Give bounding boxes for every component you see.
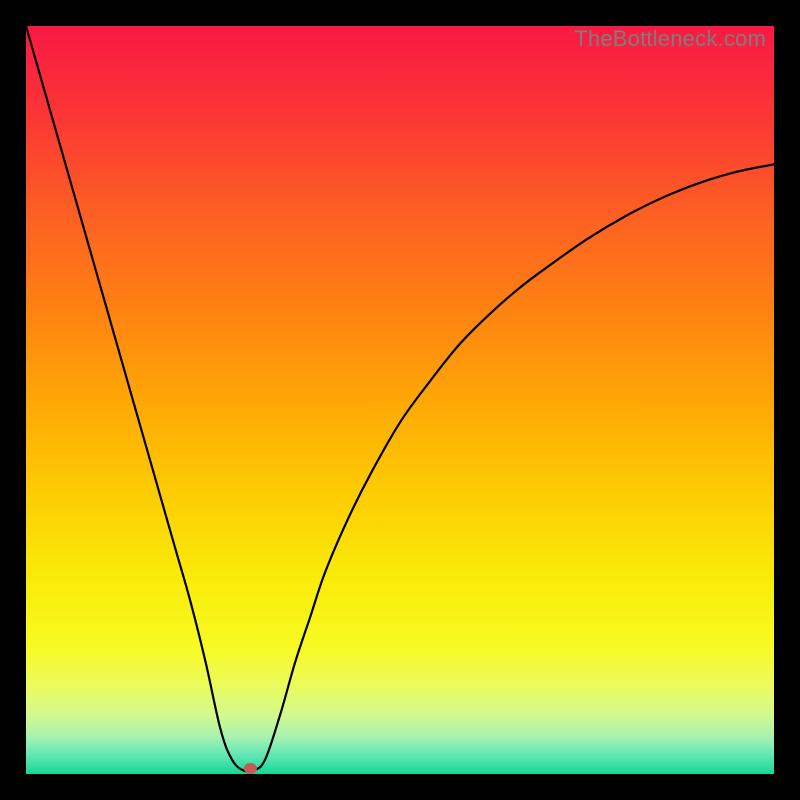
plot-area: TheBottleneck.com (26, 26, 774, 774)
gradient-background (26, 26, 774, 774)
optimal-point-marker (244, 763, 257, 774)
watermark-text: TheBottleneck.com (574, 26, 766, 52)
chart-frame: TheBottleneck.com (0, 0, 800, 800)
chart-canvas (26, 26, 774, 774)
